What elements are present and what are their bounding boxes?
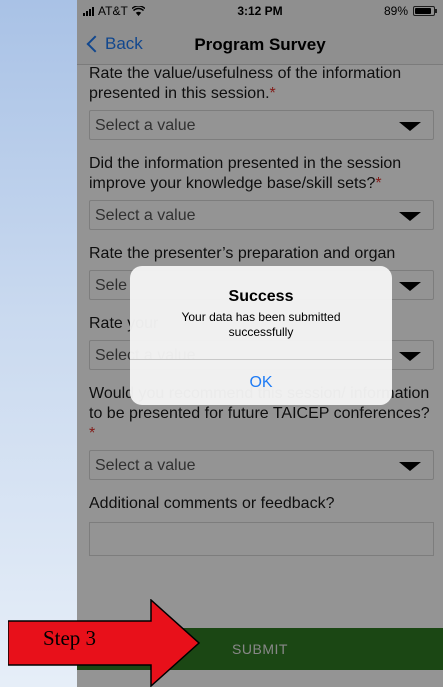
phone-screen: AT&T 3:12 PM 89% Back Program Survey Rat… [77,0,443,687]
success-alert: Success Your data has been submitted suc… [130,266,392,405]
alert-message: Your data has been submitted successfull… [181,310,341,339]
step-3-callout: Step 3 [8,599,201,687]
alert-ok-button[interactable]: OK [130,360,392,405]
alert-title: Success [228,288,294,305]
callout-label: Step 3 [42,626,97,650]
